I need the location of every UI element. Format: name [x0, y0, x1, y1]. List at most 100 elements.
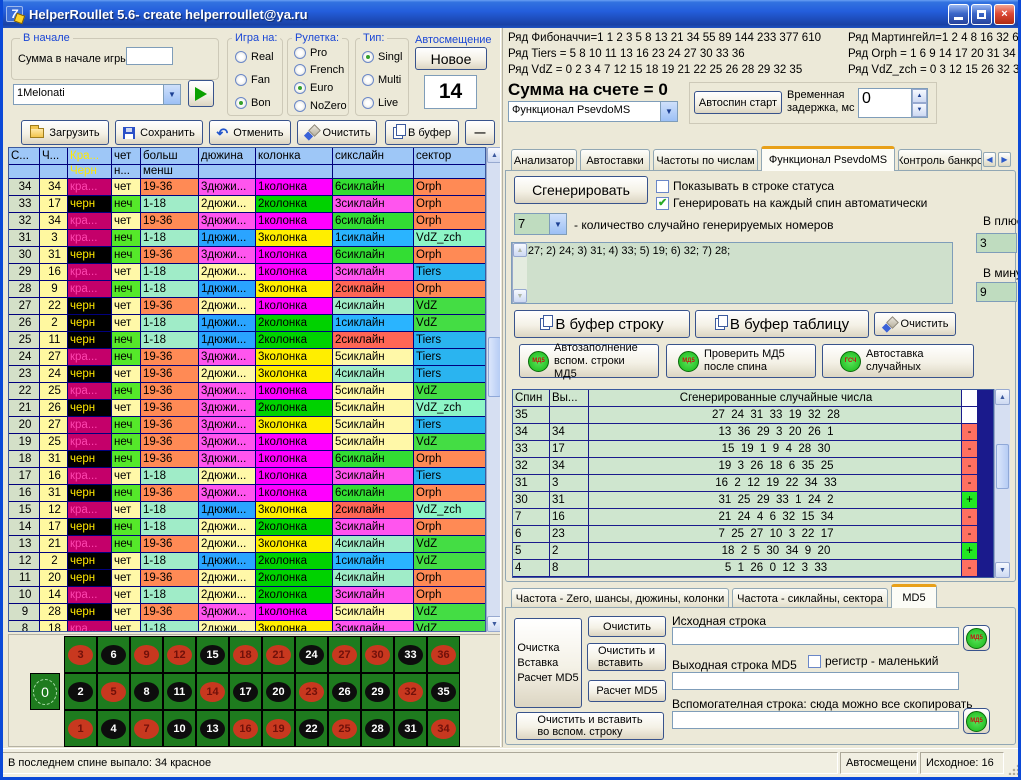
- table-row[interactable]: 1831черннеч19-363дюжи...1колонка6сиклайн…: [9, 451, 485, 467]
- table-row[interactable]: 1120чернчет19-362дюжи...2колонка4сиклайн…: [9, 570, 485, 586]
- tab-autobets[interactable]: Автоставки: [580, 149, 650, 171]
- roulette-number-26[interactable]: 26: [328, 673, 361, 710]
- dropdown-arrow-icon[interactable]: ▼: [549, 214, 566, 234]
- md5-clear-paste-aux-button[interactable]: Очистить и вставить во вспом. строку: [516, 712, 664, 740]
- undo-button[interactable]: ↶Отменить: [209, 120, 291, 145]
- radio-singl[interactable]: Singl: [362, 51, 402, 63]
- roulette-number-29[interactable]: 29: [361, 673, 394, 710]
- table-row[interactable]: 2324чернчет19-362дюжи...3колонка4сиклайн…: [9, 366, 485, 382]
- radio-live[interactable]: Live: [362, 97, 398, 109]
- roulette-number-4[interactable]: 4: [97, 710, 130, 747]
- radio-pro[interactable]: Pro: [294, 47, 327, 59]
- count-select[interactable]: 7 ▼: [514, 213, 567, 235]
- roulette-number-7[interactable]: 7: [130, 710, 163, 747]
- roulette-number-23[interactable]: 23: [295, 673, 328, 710]
- roulette-number-15[interactable]: 15: [196, 636, 229, 673]
- table-row[interactable]: 303131 25 29 33 1 24 2+: [513, 492, 993, 508]
- table-row[interactable]: 1014кра...чет1-182дюжи...2колонка3сиклай…: [9, 587, 485, 603]
- start-sum-input[interactable]: [126, 47, 173, 65]
- clear-numbers-button[interactable]: Очистить: [874, 312, 956, 336]
- table-row[interactable]: 262чернчет1-181дюжи...2колонка1сиклайнVd…: [9, 315, 485, 331]
- roulette-number-34[interactable]: 34: [427, 710, 460, 747]
- table-row[interactable]: 3317черннеч1-182дюжи...2колонка3сиклайнO…: [9, 196, 485, 212]
- close-button[interactable]: ×: [994, 4, 1015, 25]
- roulette-number-36[interactable]: 36: [427, 636, 460, 673]
- buffer-table-button[interactable]: В буфер таблицу: [695, 310, 869, 338]
- title-bar[interactable]: 7 HelperRoullet 5.6- create helperroulle…: [0, 0, 1021, 28]
- scroll-down-icon[interactable]: ▼: [995, 562, 1010, 578]
- roulette-number-5[interactable]: 5: [97, 673, 130, 710]
- auto-generate-checkbox[interactable]: Генерировать на каждый спин автоматическ…: [656, 196, 927, 210]
- roulette-number-25[interactable]: 25: [328, 710, 361, 747]
- check-md5-button[interactable]: МД5Проверить МД5 после спина: [666, 344, 816, 378]
- table-row[interactable]: 6237 25 27 10 3 22 17-: [513, 526, 993, 542]
- roulette-number-30[interactable]: 30: [361, 636, 394, 673]
- buffer-row-button[interactable]: В буфер строку: [514, 310, 690, 338]
- roulette-number-3[interactable]: 3: [64, 636, 97, 673]
- md5-calc-aux-button[interactable]: МД5: [963, 708, 990, 734]
- tab-scroll-left-icon[interactable]: ◀: [983, 152, 996, 167]
- md5-calc-source-button[interactable]: МД5: [963, 625, 990, 651]
- md5-clear-button[interactable]: Очистить: [588, 616, 666, 637]
- roulette-zero[interactable]: 0: [30, 673, 60, 710]
- table-row[interactable]: 343413 36 29 3 20 26 1-: [513, 424, 993, 440]
- table-row[interactable]: 31316 2 12 19 22 34 33-: [513, 475, 993, 491]
- radio-french[interactable]: French: [294, 64, 344, 76]
- radio-euro[interactable]: Euro: [294, 82, 333, 94]
- table-row[interactable]: 3234кра...чет19-363дюжи...1колонка6сикла…: [9, 213, 485, 229]
- table-row[interactable]: 3434кра...чет19-363дюжи...1колонка6сикла…: [9, 179, 485, 195]
- table-row[interactable]: 1716кра...чет1-182дюжи...1колонка3сиклай…: [9, 468, 485, 484]
- aux-string-input[interactable]: [672, 711, 959, 729]
- roulette-number-10[interactable]: 10: [163, 710, 196, 747]
- resize-grip[interactable]: [1007, 763, 1019, 775]
- md5-calc-button[interactable]: Расчет MD5: [588, 680, 666, 702]
- roulette-number-22[interactable]: 22: [295, 710, 328, 747]
- save-button[interactable]: Сохранить: [115, 120, 203, 145]
- roulette-number-32[interactable]: 32: [394, 673, 427, 710]
- table-row[interactable]: 2427кра...неч19-363дюжи...3колонка5сикла…: [9, 349, 485, 365]
- maximize-button[interactable]: [971, 4, 992, 25]
- autofill-md5-button[interactable]: МД5Автозаполнение вспом. строки МД5: [519, 344, 659, 378]
- table-row[interactable]: 2126чернчет19-363дюжи...2колонка5сиклайн…: [9, 400, 485, 416]
- table-row[interactable]: 313кра...неч1-181дюжи...3колонка1сиклайн…: [9, 230, 485, 246]
- source-string-input[interactable]: [672, 627, 959, 645]
- table-row[interactable]: 2225кра...неч19-363дюжи...1колонка5сикла…: [9, 383, 485, 399]
- table-row[interactable]: 2027кра...неч19-363дюжи...3колонка5сикла…: [9, 417, 485, 433]
- roulette-number-33[interactable]: 33: [394, 636, 427, 673]
- roulette-number-19[interactable]: 19: [262, 710, 295, 747]
- delay-spinner[interactable]: 0 ▲▼: [858, 88, 928, 118]
- clear-button[interactable]: Очистить: [297, 120, 377, 145]
- table-row[interactable]: 2722чернчет19-362дюжи...1колонка4сиклайн…: [9, 298, 485, 314]
- table-row[interactable]: 2916кра...чет1-182дюжи...1колонка3сиклай…: [9, 264, 485, 280]
- radio-bon[interactable]: Bon: [235, 97, 271, 109]
- roulette-number-18[interactable]: 18: [229, 636, 262, 673]
- roulette-number-28[interactable]: 28: [361, 710, 394, 747]
- table-row[interactable]: 122чернчет1-181дюжи...2колонка1сиклайнVd…: [9, 553, 485, 569]
- roulette-number-11[interactable]: 11: [163, 673, 196, 710]
- results-table[interactable]: С...Ч...Кра...четбольшдюжинаколонкасиксл…: [8, 147, 486, 632]
- autospin-button[interactable]: Автоспин старт: [694, 91, 782, 114]
- roulette-number-12[interactable]: 12: [163, 636, 196, 673]
- table-row[interactable]: 1631черннеч19-363дюжи...1колонка6сиклайн…: [9, 485, 485, 501]
- table-row[interactable]: 485 1 26 0 12 3 33-: [513, 560, 993, 576]
- generate-button[interactable]: Сгенерировать: [514, 176, 648, 204]
- roulette-number-31[interactable]: 31: [394, 710, 427, 747]
- table-row[interactable]: 289кра...неч1-181дюжи...3колонка2сиклайн…: [9, 281, 485, 297]
- spin-up-icon[interactable]: ▲: [912, 89, 927, 103]
- roulette-number-1[interactable]: 1: [64, 710, 97, 747]
- roulette-number-21[interactable]: 21: [262, 636, 295, 673]
- roulette-number-24[interactable]: 24: [295, 636, 328, 673]
- load-button[interactable]: Загрузить: [21, 120, 109, 145]
- table-row[interactable]: 71621 24 4 6 32 15 34-: [513, 509, 993, 525]
- md5-big-button[interactable]: Очистка Вставка Расчет MD5: [514, 618, 582, 708]
- radio-nozero[interactable]: NoZero: [294, 100, 347, 112]
- tab-bankroll[interactable]: Контроль банкро: [898, 149, 982, 171]
- mode-select[interactable]: Функционал PsevdoMS ▼: [508, 101, 678, 122]
- spin-down-icon[interactable]: ▼: [912, 103, 927, 117]
- generated-scrollbar[interactable]: ▲ ▼: [994, 389, 1010, 578]
- roulette-number-27[interactable]: 27: [328, 636, 361, 673]
- minimize-button[interactable]: [948, 4, 969, 25]
- roulette-number-35[interactable]: 35: [427, 673, 460, 710]
- table-row[interactable]: 818кра...чет1-182дюжи...3колонка3сиклайн…: [9, 621, 485, 632]
- tab-freq-sixline[interactable]: Частота - сиклайны, сектора: [732, 588, 888, 608]
